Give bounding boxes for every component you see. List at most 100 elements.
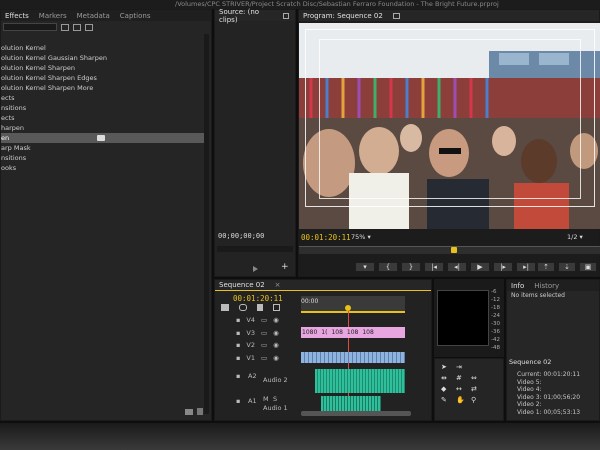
trash-icon[interactable] xyxy=(197,408,203,415)
tab-captions[interactable]: Captions xyxy=(120,12,151,20)
source-timecode[interactable]: 00;00;00;00 xyxy=(218,232,264,240)
tab-program[interactable]: Program: Sequence 02 xyxy=(303,12,383,20)
mark-out-button[interactable]: } xyxy=(401,262,421,272)
tab-markers[interactable]: Markers xyxy=(39,12,67,20)
list-item[interactable]: nsitions xyxy=(1,153,205,163)
panel-menu-icon[interactable] xyxy=(392,12,400,19)
go-to-in-button[interactable]: |◂ xyxy=(424,262,444,272)
step-forward-button[interactable]: |▸ xyxy=(493,262,513,272)
list-item[interactable]: olution Kernel Gaussian Sharpen xyxy=(1,53,205,63)
lift-button[interactable]: ⇡ xyxy=(537,262,555,272)
yuv-effects-icon[interactable] xyxy=(85,23,93,31)
track-v3-header[interactable]: ▪ V3 ▭ ◉ xyxy=(215,327,301,340)
track-a2-header[interactable]: ▪ A2 Audio 2 xyxy=(215,364,301,392)
program-video-frame[interactable] xyxy=(299,23,600,229)
lock-icon[interactable]: ▪ xyxy=(236,341,240,349)
hand-tool-icon[interactable]: ✋ xyxy=(456,396,468,404)
lock-icon[interactable]: ▪ xyxy=(236,329,240,337)
close-icon[interactable]: × xyxy=(275,281,281,289)
source-tabs: Source: (no clips) xyxy=(215,8,295,24)
list-item[interactable]: harpen xyxy=(1,123,205,133)
lock-icon[interactable]: ▪ xyxy=(236,397,240,405)
list-item[interactable]: olution Kernel Sharpen More xyxy=(1,83,205,93)
list-item[interactable]: olution Kernel Sharpen xyxy=(1,63,205,73)
list-item[interactable]: olution Kernel xyxy=(1,43,205,53)
track-v4-header[interactable]: ▪ V4 ▭ ◉ xyxy=(215,314,301,327)
slip-tool-icon[interactable]: ↔ xyxy=(456,385,468,393)
clip-a2[interactable] xyxy=(315,369,405,393)
list-item-selected[interactable]: en xyxy=(1,133,205,143)
eye-icon[interactable]: ◉ xyxy=(273,329,279,337)
new-custom-bin-icon[interactable] xyxy=(185,409,193,415)
tab-history[interactable]: History xyxy=(534,282,559,290)
toggle-output-icon[interactable]: ▭ xyxy=(261,341,267,349)
rate-stretch-tool-icon[interactable]: ⇔ xyxy=(471,374,483,382)
clip-v1[interactable] xyxy=(301,352,405,363)
track-a1-header[interactable]: ▪ A1 M S Audio 1 xyxy=(215,392,301,414)
razor-tool-icon[interactable]: ◆ xyxy=(441,385,453,393)
wrench-icon[interactable] xyxy=(273,304,280,311)
selection-tool-icon[interactable]: ➤ xyxy=(441,363,453,371)
mute-icon[interactable]: M xyxy=(263,395,269,403)
track-area: 1080 1( 108 108 108 xyxy=(301,314,421,414)
mark-in-button[interactable]: { xyxy=(378,262,398,272)
lock-icon[interactable]: ▪ xyxy=(236,372,240,380)
list-item[interactable]: arp Mask xyxy=(1,143,205,153)
tab-metadata[interactable]: Metadata xyxy=(77,12,110,20)
step-back-button[interactable]: ◂| xyxy=(447,262,467,272)
pen-tool-icon[interactable]: ✎ xyxy=(441,396,453,404)
marker-icon[interactable] xyxy=(257,304,263,311)
source-ruler[interactable] xyxy=(217,246,293,252)
eye-icon[interactable]: ◉ xyxy=(273,341,279,349)
play-button[interactable]: ▶ xyxy=(470,262,490,272)
link-icon[interactable] xyxy=(239,304,247,311)
zoom-tool-icon[interactable]: ⚲ xyxy=(471,396,483,404)
list-item[interactable]: olution Kernel Sharpen Edges xyxy=(1,73,205,83)
toggle-output-icon[interactable]: ▭ xyxy=(261,316,267,324)
program-ruler[interactable] xyxy=(299,246,600,254)
playhead-marker-icon[interactable] xyxy=(451,247,457,253)
tab-sequence[interactable]: Sequence 02 xyxy=(219,281,265,289)
panel-menu-icon[interactable] xyxy=(282,12,289,19)
program-timecode[interactable]: 00:01:20:11 xyxy=(301,233,351,242)
slide-tool-icon[interactable]: ⇄ xyxy=(471,385,483,393)
tab-effects[interactable]: Effects xyxy=(5,12,29,20)
list-item[interactable]: ooks xyxy=(1,163,205,173)
ripple-edit-tool-icon[interactable]: ⇹ xyxy=(441,374,453,382)
snap-icon[interactable] xyxy=(221,304,229,311)
list-item-label: en xyxy=(1,134,10,142)
timeline-timecode[interactable]: 00:01:20:11 xyxy=(233,294,283,303)
accelerated-effects-icon[interactable] xyxy=(73,23,81,31)
zoom-select[interactable]: 75% ▾ xyxy=(351,233,371,241)
clip-a1[interactable] xyxy=(321,396,381,412)
effects-search-input[interactable] xyxy=(3,23,57,31)
toggle-output-icon[interactable]: ▭ xyxy=(261,329,267,337)
toggle-output-icon[interactable]: ▭ xyxy=(261,354,267,362)
rolling-edit-tool-icon[interactable]: # xyxy=(456,374,468,382)
go-to-out-button[interactable]: ▸| xyxy=(516,262,536,272)
eye-icon[interactable]: ◉ xyxy=(273,316,279,324)
track-v1-header[interactable]: ▪ V1 ▭ ◉ xyxy=(215,352,301,365)
tab-source[interactable]: Source: (no clips) xyxy=(219,8,273,24)
clip-v3[interactable]: 1080 1( 108 108 108 xyxy=(301,327,405,338)
lock-icon[interactable]: ▪ xyxy=(236,354,240,362)
list-item[interactable]: ects xyxy=(1,113,205,123)
play-icon[interactable] xyxy=(253,266,258,272)
list-item[interactable]: ects xyxy=(1,93,205,103)
resolution-select[interactable]: 1/2 ▾ xyxy=(567,233,583,241)
lock-icon[interactable]: ▪ xyxy=(236,316,240,324)
list-item[interactable]: nsitions xyxy=(1,103,205,113)
new-bin-icon[interactable] xyxy=(61,23,69,31)
track-v2-header[interactable]: ▪ V2 ▭ ◉ xyxy=(215,339,301,352)
track-select-tool-icon[interactable]: ⇥ xyxy=(456,363,468,371)
eye-icon[interactable]: ◉ xyxy=(273,354,279,362)
extract-button[interactable]: ⇣ xyxy=(558,262,576,272)
solo-icon[interactable]: S xyxy=(273,395,277,403)
export-frame-button[interactable]: ▣ xyxy=(579,262,597,272)
add-button-icon[interactable]: + xyxy=(281,262,289,272)
tab-info[interactable]: Info xyxy=(511,282,524,290)
marker-button[interactable]: ▾ xyxy=(355,262,375,272)
effects-scrollbar[interactable] xyxy=(204,34,209,414)
meter-tick: -24 xyxy=(491,313,500,319)
timeline-scrollbar[interactable] xyxy=(301,411,411,416)
